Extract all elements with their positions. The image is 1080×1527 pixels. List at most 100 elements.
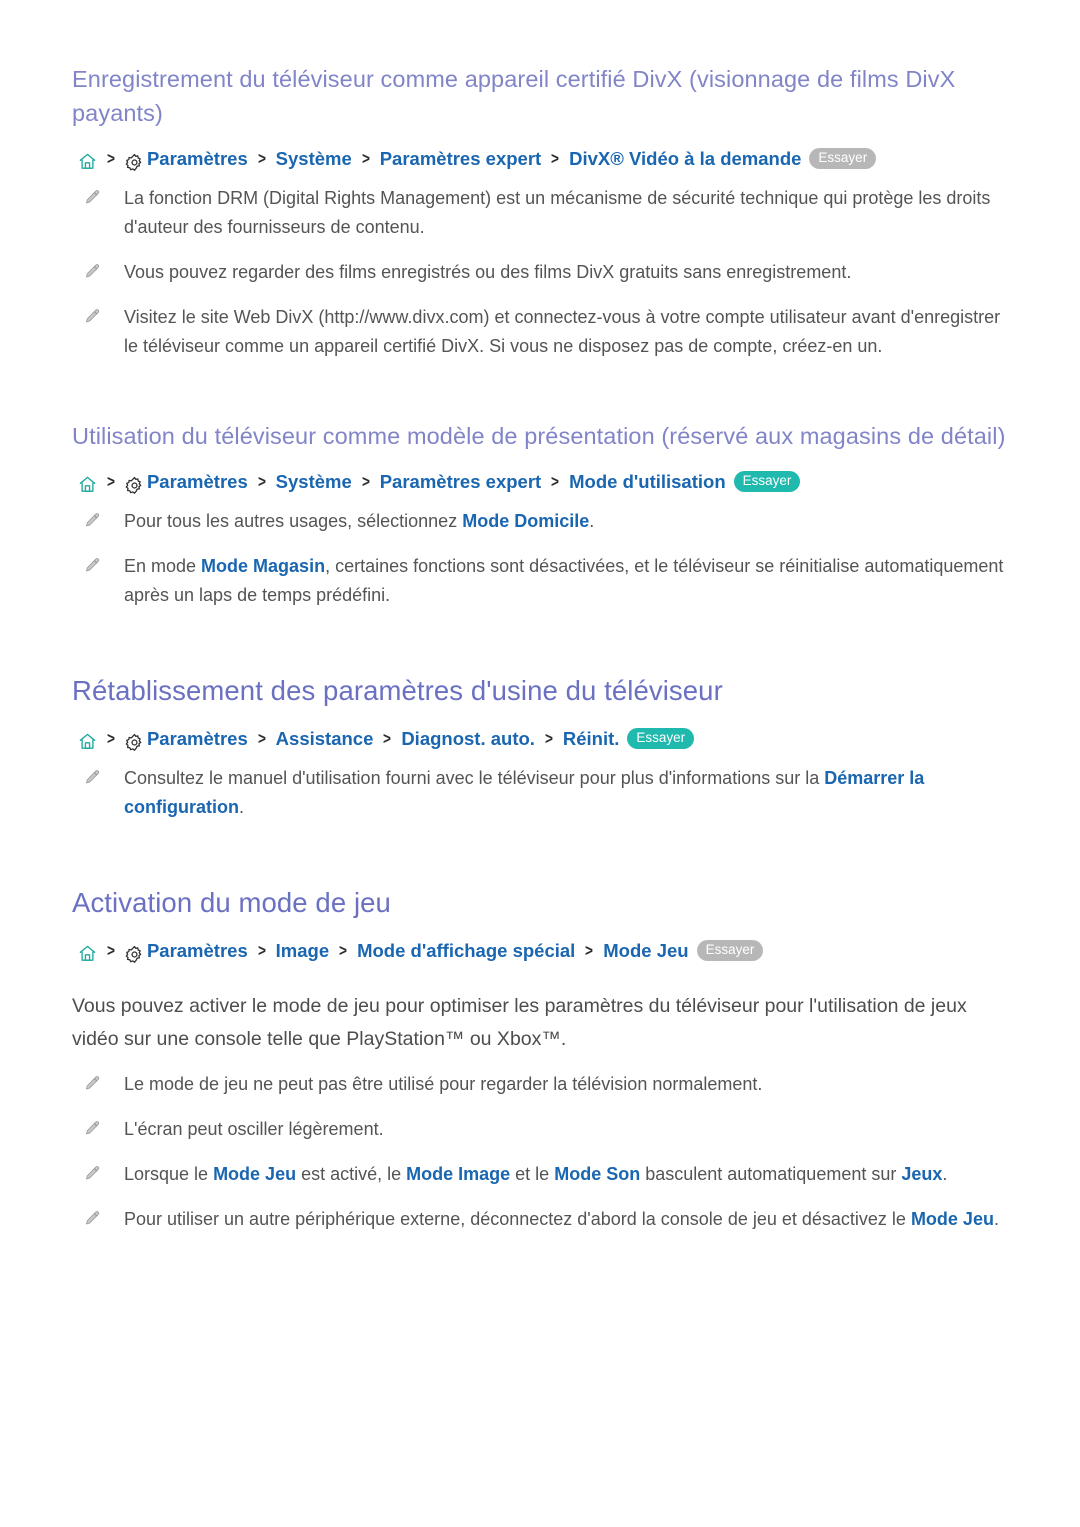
home-icon[interactable] [78,475,97,494]
breadcrumb-item-3[interactable]: Paramètres expert [380,146,541,172]
note-list: Consultez le manuel d'utilisation fourni… [72,764,1008,822]
note-text-run: Lorsque le [124,1164,214,1184]
breadcrumb-item-3[interactable]: Diagnost. auto. [401,726,535,752]
breadcrumb-item-1[interactable]: Paramètres [147,146,248,172]
highlighted-term[interactable]: Mode Son [554,1164,640,1184]
note-text-run: La fonction DRM (Digital Rights Manageme… [124,188,991,237]
try-it-badge[interactable]: Essayer [809,147,877,169]
breadcrumb-item-4[interactable]: DivX® Vidéo à la demande [569,146,801,172]
breadcrumb-item-4[interactable]: Mode d'utilisation [569,469,726,495]
breadcrumb: > Paramètres > Assistance > Diagnost. auto. > R… [78,726,1008,752]
section-game-mode: Activation du mode de jeu > Paramètres > Ima… [72,884,1008,1234]
highlighted-term[interactable]: Mode Domicile [462,511,589,531]
section-paragraph: Vous pouvez activer le mode de jeu pour … [72,995,967,1050]
note-item: Lorsque le Mode Jeu est activé, le Mode … [72,1160,1008,1189]
breadcrumb-separator: > [361,472,370,491]
breadcrumb-item-2[interactable]: Image [276,938,329,964]
note-text: L'écran peut osciller légèrement. [124,1119,384,1139]
breadcrumb-separator: > [551,149,560,168]
pencil-note-icon [82,768,101,787]
pencil-note-icon [82,1164,101,1183]
note-text-run: Visitez le site Web DivX (http://www.div… [124,307,1001,356]
pencil-note-icon [82,556,101,575]
section-heading: Enregistrement du téléviseur comme appar… [72,66,956,126]
breadcrumb-separator: > [339,941,348,960]
note-list: Le mode de jeu ne peut pas être utilisé … [72,1070,1008,1234]
breadcrumb-item-4[interactable]: Mode Jeu [603,938,688,964]
note-text: Le mode de jeu ne peut pas être utilisé … [124,1074,762,1094]
document-page: Enregistrement du téléviseur comme appar… [0,0,1080,1527]
note-list: Pour tous les autres usages, sélectionne… [72,507,1008,610]
gear-icon[interactable] [125,945,144,964]
note-text-run: . [993,1209,999,1229]
breadcrumb-item-3[interactable]: Paramètres expert [380,469,541,495]
note-text: Lorsque le Mode Jeu est activé, le Mode … [124,1164,947,1184]
home-icon[interactable] [78,944,97,963]
try-it-badge[interactable]: Essayer [696,939,764,961]
pencil-note-icon [82,511,101,530]
pencil-note-icon [82,307,101,326]
note-item: En mode Mode Magasin, certaines fonction… [72,552,1008,610]
breadcrumb-separator: > [551,472,560,491]
gear-icon[interactable] [125,476,144,495]
try-it-badge[interactable]: Essayer [733,470,801,492]
highlighted-term[interactable]: Mode Image [406,1164,510,1184]
breadcrumb-separator: > [106,729,115,748]
highlighted-term[interactable]: Mode Jeu [911,1209,994,1229]
section-factory-reset: Rétablissement des paramètres d'usine du… [72,672,1008,822]
note-text-run: . [239,797,245,817]
note-text: En mode Mode Magasin, certaines fonction… [124,556,1003,605]
pencil-note-icon [82,1209,101,1228]
gear-icon[interactable] [125,153,144,172]
note-item: Consultez le manuel d'utilisation fourni… [72,764,1008,822]
breadcrumb-item-4[interactable]: Réinit. [563,726,620,752]
pencil-note-icon [82,1119,101,1138]
note-text: Consultez le manuel d'utilisation fourni… [124,768,924,817]
note-text: Pour utiliser un autre périphérique exte… [124,1209,999,1229]
note-text-run: Consultez le manuel d'utilisation fourni… [124,768,825,788]
note-text-run: . [942,1164,948,1184]
note-text-run: Pour tous les autres usages, sélectionne… [124,511,463,531]
breadcrumb-separator: > [106,149,115,168]
home-icon[interactable] [78,152,97,171]
note-text-run: basculent automatiquement sur [640,1164,902,1184]
note-item: Visitez le site Web DivX (http://www.div… [72,303,1008,361]
note-text-run: Pour utiliser un autre périphérique exte… [124,1209,911,1229]
pencil-note-icon [82,1074,101,1093]
breadcrumb-separator: > [257,472,266,491]
note-item: Vous pouvez regarder des films enregistr… [72,258,1008,287]
highlighted-term[interactable]: Jeux [901,1164,942,1184]
highlighted-term[interactable]: Mode Magasin [201,556,325,576]
note-text: Visitez le site Web DivX (http://www.div… [124,307,1000,356]
breadcrumb: > Paramètres > Système > Paramètres expert > Mo… [78,469,1008,495]
breadcrumb-separator: > [257,729,266,748]
note-text-run: est activé, le [296,1164,407,1184]
section-divx: Enregistrement du téléviseur comme appar… [72,62,1008,361]
note-text: Vous pouvez regarder des films enregistr… [124,262,851,282]
breadcrumb-item-2[interactable]: Assistance [276,726,374,752]
breadcrumb: > Paramètres > Système > Paramètres expert > Di… [78,146,1008,172]
breadcrumb-item-1[interactable]: Paramètres [147,469,248,495]
breadcrumb-separator: > [257,149,266,168]
note-item: Pour tous les autres usages, sélectionne… [72,507,1008,536]
try-it-badge[interactable]: Essayer [627,727,695,749]
home-icon[interactable] [78,732,97,751]
breadcrumb-item-3[interactable]: Mode d'affichage spécial [357,938,575,964]
breadcrumb-separator: > [106,472,115,491]
breadcrumb-separator: > [544,729,553,748]
section-demo-mode: Utilisation du téléviseur comme modèle d… [72,419,1008,610]
pencil-note-icon [82,262,101,281]
highlighted-term[interactable]: Mode Jeu [213,1164,296,1184]
section-heading: Activation du mode de jeu [72,887,391,918]
note-text-run: En mode [124,556,202,576]
breadcrumb-separator: > [257,941,266,960]
breadcrumb-item-1[interactable]: Paramètres [147,726,248,752]
breadcrumb-item-1[interactable]: Paramètres [147,938,248,964]
note-item: La fonction DRM (Digital Rights Manageme… [72,184,1008,242]
breadcrumb: > Paramètres > Image > Mode d'affichage spéci… [78,938,1008,964]
pencil-note-icon [82,188,101,207]
note-text-run: L'écran peut osciller légèrement. [124,1119,384,1139]
gear-icon[interactable] [125,733,144,752]
breadcrumb-item-2[interactable]: Système [276,469,352,495]
breadcrumb-item-2[interactable]: Système [276,146,352,172]
